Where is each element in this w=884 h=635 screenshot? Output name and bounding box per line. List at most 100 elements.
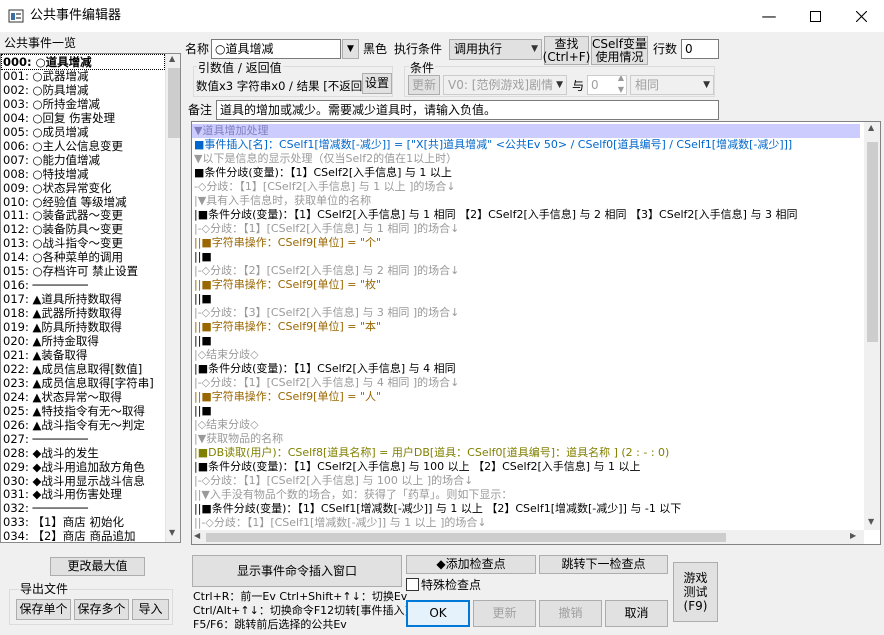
special-checkpoint-checkbox[interactable]: [406, 578, 419, 591]
code-line[interactable]: |-◇分歧：【1】[CSelf2[入手信息] 与 4 相同 ]的场合↓: [194, 376, 459, 390]
update-button[interactable]: 更新: [473, 600, 536, 627]
list-item[interactable]: 004: ○回复 伤害处理: [2, 111, 164, 125]
list-item[interactable]: 032: ────────: [2, 501, 164, 515]
list-item[interactable]: 012: ○装备防具～变更: [2, 222, 164, 236]
cself-usage-button[interactable]: CSelf变量 使用情况: [591, 36, 648, 65]
name-dropdown-button[interactable]: ▼: [342, 39, 359, 59]
change-max-button[interactable]: 更改最大值: [50, 557, 145, 576]
list-item[interactable]: 015: ○存档许可 禁止设置: [2, 264, 164, 278]
list-item[interactable]: 003: ○所持金增减: [2, 97, 164, 111]
save-single-button[interactable]: 保存单个: [16, 599, 71, 620]
list-item[interactable]: 011: ○装备武器～变更: [2, 208, 164, 222]
list-item[interactable]: 029: ◆战斗用追加敌方角色: [2, 460, 164, 474]
import-button[interactable]: 导入: [132, 599, 169, 620]
find-button[interactable]: 查找 (Ctrl+F): [543, 36, 590, 65]
code-line[interactable]: ||■字符串操作：CSelf9[单位] = "人": [194, 390, 381, 404]
undo-button[interactable]: 撤销: [539, 600, 602, 627]
list-item[interactable]: 024: ▲状态异常～取得: [2, 390, 164, 404]
code-line[interactable]: ||■字符串操作：CSelf9[单位] = "本": [194, 320, 381, 334]
code-line[interactable]: -◇分歧：【1】[CSelf2[入手信息] 与 1 以上 ]的场合↓: [194, 180, 456, 194]
list-item[interactable]: 033: 【1】商店 初始化: [2, 515, 164, 529]
show-insert-window-button[interactable]: 显示事件命令插入窗口: [192, 555, 402, 587]
code-line[interactable]: |◇结束分歧◇: [194, 348, 259, 362]
list-item[interactable]: 014: ○各种菜单的调用: [2, 250, 164, 264]
code-line[interactable]: |■DB读取(用户)：CSelf8[道具名称] = 用户DB[道具：CSelf0…: [194, 446, 669, 460]
condition-value-field[interactable]: 0 ▲ ▼: [587, 75, 627, 95]
list-item[interactable]: 005: ○成员增减: [2, 125, 164, 139]
list-item[interactable]: 010: ○经验值 等级增减: [2, 195, 164, 209]
code-line[interactable]: ||-◇分歧：【1】[CSelf1[增减数[-减少]] 与 1 以上 ]的场合↓: [194, 516, 487, 530]
list-item[interactable]: 023: ▲成员信息取得[字符串]: [2, 376, 164, 390]
list-scrollbar[interactable]: ▲ ▼: [165, 54, 180, 542]
code-line[interactable]: ■事件插入[名]：CSelf1[增减数[-减少]] = ["X[共]道具增减" …: [194, 138, 792, 152]
list-item[interactable]: 030: ◆战斗用显示战斗信息: [2, 474, 164, 488]
code-line[interactable]: |◇结束分歧◇: [194, 418, 259, 432]
code-line[interactable]: ||■: [194, 292, 212, 306]
list-item[interactable]: 007: ○能力值增减: [2, 153, 164, 167]
code-vertical-thumb[interactable]: [867, 142, 878, 342]
name-field[interactable]: ○道具增减: [211, 39, 341, 59]
code-line[interactable]: |-◇分歧：【2】[CSelf2[入手信息] 与 2 相同 ]的场合↓: [194, 264, 459, 278]
condition-operator-select[interactable]: 相同 ▼: [630, 75, 714, 95]
jump-next-checkpoint-button[interactable]: 跳转下一检查点: [539, 555, 668, 574]
list-item[interactable]: 028: ◆战斗的发生: [2, 446, 164, 460]
list-item[interactable]: 001: ○武器增减: [2, 69, 164, 83]
scroll-left-icon[interactable]: ◀: [194, 531, 200, 540]
list-item[interactable]: 027: ────────: [2, 432, 164, 446]
scroll-up-icon[interactable]: ▲: [868, 123, 874, 132]
code-line[interactable]: |-◇分歧：【1】[CSelf2[入手信息] 与 1 相同 ]的场合↓: [194, 222, 459, 236]
code-line[interactable]: |■条件分歧(变量)：【1】CSelf2[入手信息] 与 1 相同 【2】CSe…: [194, 208, 797, 222]
code-line[interactable]: |■条件分歧(变量)：【1】CSelf2[入手信息] 与 100 以上 【2】C…: [194, 460, 641, 474]
code-line[interactable]: ■条件分歧(变量)：【1】CSelf2[入手信息] 与 1 以上: [194, 166, 452, 180]
list-item[interactable]: 022: ▲成员信息取得[数值]: [2, 362, 164, 376]
list-item[interactable]: 008: ○特技增减: [2, 167, 164, 181]
code-vertical-scrollbar[interactable]: ▲ ▼: [864, 122, 880, 530]
code-horizontal-thumb[interactable]: [206, 533, 726, 542]
list-item[interactable]: 020: ▲所持金取得: [2, 334, 164, 348]
list-item[interactable]: 031: ◆战斗用伤害处理: [2, 487, 164, 501]
list-item[interactable]: 018: ▲武器所持数取得: [2, 306, 164, 320]
code-line[interactable]: ▼以下是信息的显示处理（仅当Self2的值在1以上时）: [194, 152, 457, 166]
exec-condition-select[interactable]: 调用执行 ▼: [449, 39, 542, 60]
code-line[interactable]: ||■字符串操作：CSelf9[单位] = "枚": [194, 278, 381, 292]
list-scroll-thumb[interactable]: [168, 68, 180, 138]
list-item[interactable]: 026: ▲战斗指令有无～判定: [2, 418, 164, 432]
add-checkpoint-button[interactable]: ◆添加检查点: [406, 555, 536, 574]
list-item[interactable]: 002: ○防具增减: [2, 83, 164, 97]
list-item[interactable]: 016: ────────: [2, 278, 164, 292]
code-line[interactable]: ▼道具增加处理: [192, 124, 860, 138]
code-line[interactable]: |-◇分歧：【1】[CSelf2[入手信息] 与 100 以上 ]的场合↓: [194, 474, 473, 488]
list-item[interactable]: 006: ○主人公信息变更: [2, 139, 164, 153]
code-line[interactable]: |▼获取物品的名称: [194, 432, 283, 446]
scroll-up-icon[interactable]: ▲: [169, 54, 175, 63]
close-button[interactable]: [838, 0, 884, 32]
save-multiple-button[interactable]: 保存多个: [74, 599, 129, 620]
scroll-down-icon[interactable]: ▼: [169, 528, 175, 537]
code-line[interactable]: |■条件分歧(变量)：【1】CSelf2[入手信息] 与 4 相同: [194, 362, 456, 376]
list-item[interactable]: 000: ○道具增减: [1, 54, 165, 70]
list-item[interactable]: 009: ○状态异常变化: [2, 181, 164, 195]
code-line[interactable]: |▼具有入手信息时，获取单位的名称: [194, 194, 371, 208]
code-line[interactable]: ||▼入手没有物品个数的场合，如：获得了「药草」。则如下显示：: [194, 488, 512, 502]
list-item[interactable]: 034: 【2】商店 商品追加: [2, 529, 164, 542]
ok-button[interactable]: OK: [406, 600, 470, 627]
event-code-editor[interactable]: ▼道具增加处理 ■事件插入[名]：CSelf1[增减数[-减少]] = ["X[共…: [191, 121, 881, 545]
minimize-button[interactable]: —: [746, 0, 792, 32]
list-item[interactable]: 017: ▲道具所持数取得: [2, 292, 164, 306]
list-item[interactable]: 013: ○战斗指令～变更: [2, 236, 164, 250]
color-label[interactable]: 黑色: [363, 41, 387, 57]
note-field[interactable]: 道具的增加或减少。需要减少道具时，请输入负值。: [216, 100, 719, 120]
condition-variable-select[interactable]: V0: [范例游戏]剧情 ▼: [443, 75, 567, 95]
scroll-right-icon[interactable]: ▶: [850, 531, 856, 540]
code-horizontal-scrollbar[interactable]: ◀ ▶: [192, 530, 864, 544]
args-settings-button[interactable]: 设置: [362, 73, 392, 94]
event-list[interactable]: 000: ○道具增减 001: ○武器增减 002: ○防具增减 003: ○所持金增…: [0, 53, 181, 543]
list-item[interactable]: 019: ▲防具所持数取得: [2, 320, 164, 334]
scroll-down-icon[interactable]: ▼: [868, 517, 874, 526]
code-line[interactable]: ||■字符串操作：CSelf9[单位] = "个": [194, 236, 381, 250]
cancel-button[interactable]: 取消: [605, 600, 668, 627]
maximize-button[interactable]: [792, 0, 838, 32]
lines-field[interactable]: 0: [681, 39, 719, 59]
list-item[interactable]: 025: ▲特技指令有无～取得: [2, 404, 164, 418]
list-item[interactable]: 021: ▲装备取得: [2, 348, 164, 362]
